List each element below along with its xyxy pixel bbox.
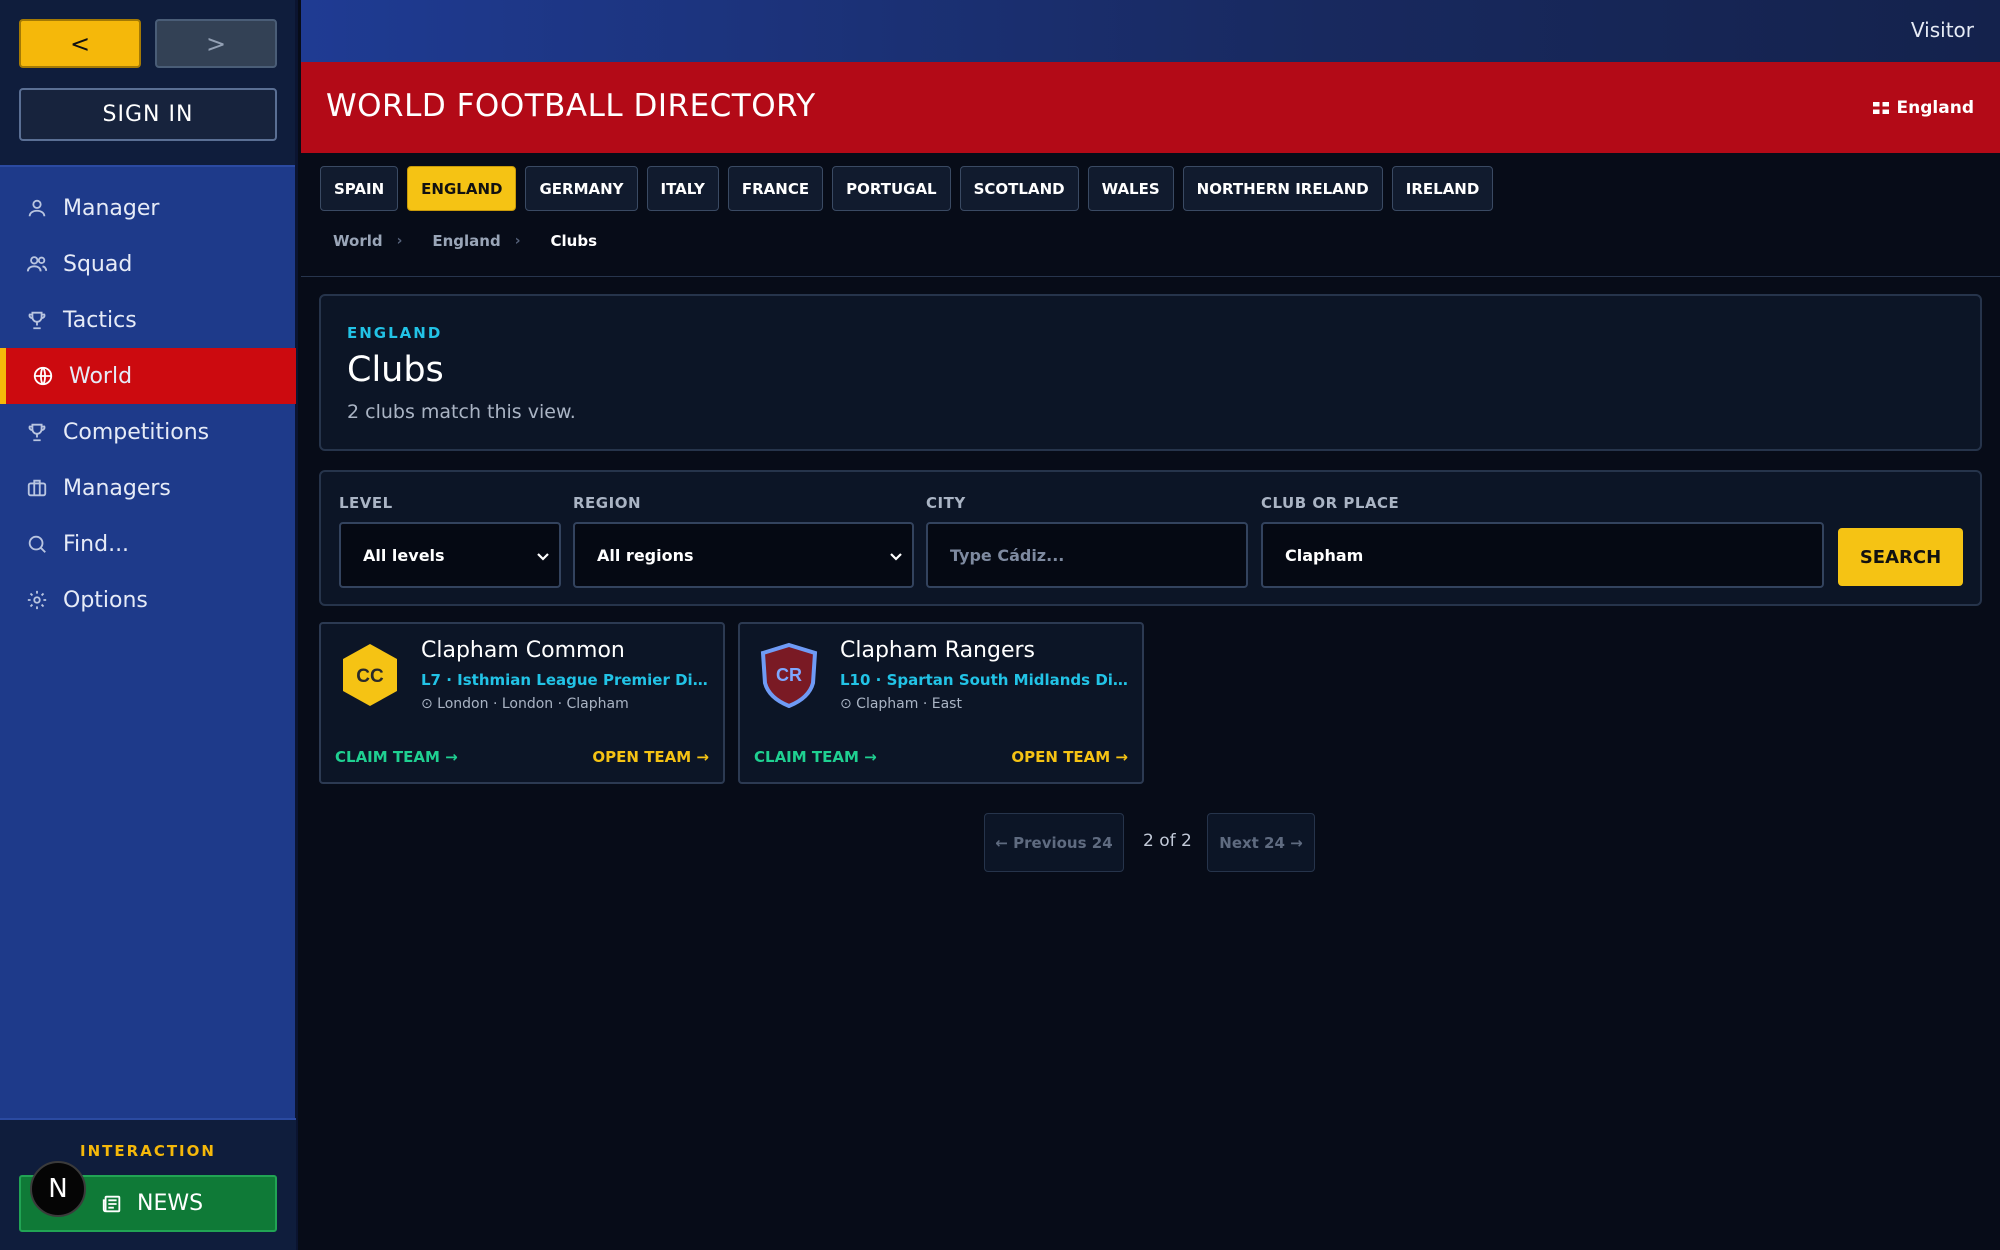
region-label: REGION <box>573 494 641 512</box>
tab-ireland[interactable]: IRELAND <box>1391 166 1494 211</box>
sidebar-item-manager[interactable]: Manager <box>0 180 296 236</box>
country-tabs: SPAIN ENGLAND GERMANY ITALY FRANCE PORTU… <box>320 166 1502 211</box>
forward-button[interactable]: > <box>155 19 277 68</box>
tab-wales[interactable]: WALES <box>1087 166 1174 211</box>
sidebar-item-label: Competitions <box>63 419 210 445</box>
search-icon <box>28 535 46 553</box>
club-crest-text: CR <box>776 665 802 685</box>
club-league: L10 · Spartan South Midlands Division <box>840 671 1132 689</box>
people-icon <box>26 256 48 272</box>
sidebar-item-squad[interactable]: Squad <box>0 236 296 292</box>
breadcrumb-separator: › <box>396 233 403 249</box>
claim-team-link[interactable]: CLAIM TEAM → <box>335 748 458 766</box>
region-select[interactable]: All regions <box>573 522 914 588</box>
interaction-label: INTERACTION <box>80 1142 216 1160</box>
sidebar-item-label: Options <box>63 587 148 613</box>
chevron-down-icon <box>537 553 549 561</box>
section-title: Clubs <box>347 350 444 390</box>
newspaper-icon <box>102 1195 121 1212</box>
club-place-input[interactable]: Clapham <box>1261 522 1824 588</box>
divider <box>301 276 2000 277</box>
breadcrumb-separator: › <box>514 233 521 249</box>
open-team-link[interactable]: OPEN TEAM → <box>592 748 709 766</box>
next-page-button[interactable]: Next 24 → <box>1207 813 1315 872</box>
club-location: ⊙ Clapham · East <box>840 696 962 712</box>
claim-team-link[interactable]: CLAIM TEAM → <box>754 748 877 766</box>
header-country-label: England <box>1896 98 1974 118</box>
header-country: England <box>1872 98 1974 118</box>
level-label: LEVEL <box>339 494 393 512</box>
app-badge[interactable]: N <box>30 1161 86 1217</box>
tab-italy[interactable]: ITALY <box>646 166 719 211</box>
breadcrumb-clubs: Clubs <box>550 232 598 250</box>
country-eyebrow: ENGLAND <box>347 324 443 342</box>
sidebar-item-label: Manager <box>63 195 160 221</box>
sign-in-button[interactable]: SIGN IN <box>19 88 277 141</box>
user-label[interactable]: Visitor <box>1911 18 1974 42</box>
city-label: CITY <box>926 494 966 512</box>
breadcrumb-england[interactable]: England <box>432 232 500 250</box>
club-crest: CR <box>760 642 818 708</box>
sidebar-item-label: Managers <box>63 475 171 501</box>
sidebar-item-label: Squad <box>63 251 133 277</box>
search-button[interactable]: SEARCH <box>1838 528 1963 586</box>
sidebar-item-tactics[interactable]: Tactics <box>0 292 296 348</box>
club-crest: CC <box>343 644 397 706</box>
page-count: 2 of 2 <box>1143 831 1192 851</box>
tab-spain[interactable]: SPAIN <box>320 166 399 211</box>
club-name[interactable]: Clapham Rangers <box>840 638 1035 663</box>
flag-icon <box>1872 102 1889 114</box>
person-icon <box>28 199 46 217</box>
results-count: 2 clubs match this view. <box>347 401 576 423</box>
club-card[interactable]: CR Clapham Rangers L10 · Spartan South M… <box>738 622 1144 784</box>
back-button[interactable]: < <box>19 19 141 68</box>
sidebar-item-world[interactable]: World <box>0 348 296 404</box>
sidebar-item-label: Find... <box>63 531 130 557</box>
filter-panel: LEVEL All levels REGION All regions CITY… <box>319 470 1982 606</box>
tab-scotland[interactable]: SCOTLAND <box>959 166 1079 211</box>
chevron-down-icon <box>890 553 902 561</box>
globe-icon <box>33 366 53 386</box>
page-title: WORLD FOOTBALL DIRECTORY <box>326 88 816 124</box>
club-league: L7 · Isthmian League Premier Division <box>421 671 713 689</box>
briefcase-icon <box>27 479 47 497</box>
club-location: ⊙ London · London · Clapham <box>421 696 629 712</box>
sidebar-item-label: Tactics <box>63 307 137 333</box>
sidebar-item-find[interactable]: Find... <box>0 516 296 572</box>
previous-page-button[interactable]: ← Previous 24 <box>984 813 1124 872</box>
clubs-summary-card: ENGLAND Clubs 2 clubs match this view. <box>319 294 1982 451</box>
tab-northern-ireland[interactable]: NORTHERN IRELAND <box>1182 166 1383 211</box>
sidebar-item-managers[interactable]: Managers <box>0 460 296 516</box>
breadcrumb-world[interactable]: World <box>333 232 383 250</box>
breadcrumb: World › England › Clubs <box>333 232 597 250</box>
level-select-value: All levels <box>363 545 445 565</box>
top-bar: Visitor <box>301 0 2000 62</box>
club-place-label: CLUB OR PLACE <box>1261 494 1400 512</box>
sidebar: < > SIGN IN Manager Squad Tactics World … <box>0 0 298 1250</box>
sidebar-item-options[interactable]: Options <box>0 572 296 628</box>
level-select[interactable]: All levels <box>339 522 561 588</box>
tab-england[interactable]: ENGLAND <box>407 166 517 211</box>
gear-icon <box>27 590 47 610</box>
trophy-icon <box>28 311 46 330</box>
city-input[interactable]: Type Cádiz... <box>926 522 1248 588</box>
open-team-link[interactable]: OPEN TEAM → <box>1011 748 1128 766</box>
sidebar-top: < > SIGN IN <box>0 0 295 167</box>
club-name[interactable]: Clapham Common <box>421 638 625 663</box>
sidebar-item-competitions[interactable]: Competitions <box>0 404 296 460</box>
region-select-value: All regions <box>597 545 694 565</box>
tab-portugal[interactable]: PORTUGAL <box>832 166 951 211</box>
club-card[interactable]: CC Clapham Common L7 · Isthmian League P… <box>319 622 725 784</box>
club-crest-text: CC <box>356 666 384 687</box>
trophy-icon <box>28 423 46 442</box>
main-content: Visitor WORLD FOOTBALL DIRECTORY England… <box>301 0 2000 1250</box>
tab-germany[interactable]: GERMANY <box>525 166 638 211</box>
sidebar-item-label: World <box>69 363 133 389</box>
page-header: WORLD FOOTBALL DIRECTORY England <box>301 62 2000 153</box>
tab-france[interactable]: FRANCE <box>727 166 824 211</box>
news-label: NEWS <box>137 1191 204 1216</box>
